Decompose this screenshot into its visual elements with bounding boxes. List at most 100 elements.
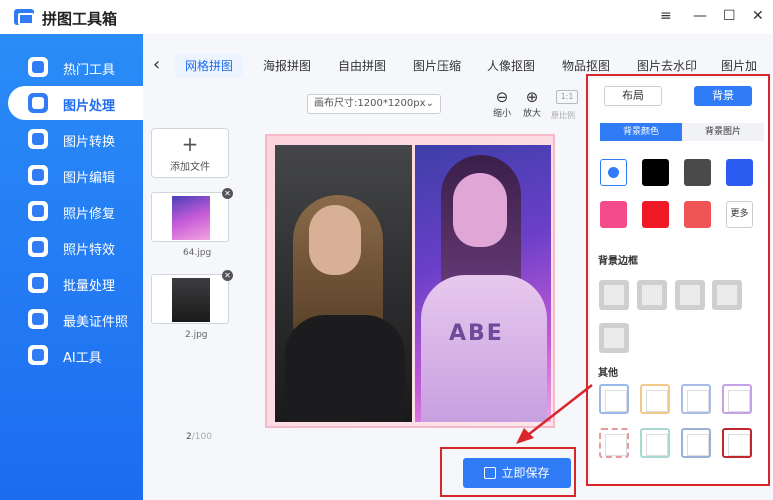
frame-option[interactable] (640, 428, 670, 458)
color-swatch-gray[interactable] (684, 159, 711, 186)
zoom-out-icon: ⊖ (495, 88, 509, 106)
frame-option[interactable] (640, 384, 670, 414)
sidebar-item-label: 批量处理 (63, 279, 116, 294)
tab-background-image[interactable]: 背景图片 (682, 123, 764, 141)
file-count: 2/100 (186, 432, 212, 442)
background-toggle[interactable]: 背景 (694, 86, 752, 106)
sidebar-item-image-edit[interactable]: 图片编辑 (0, 158, 143, 192)
remove-file-icon[interactable]: ✕ (222, 188, 233, 199)
menu-icon[interactable]: ≡ (660, 8, 672, 24)
sidebar-item-label: 图片处理 (63, 99, 116, 114)
minimize-button[interactable]: — (693, 8, 707, 24)
tab-remove-watermark[interactable]: 图片去水印 (627, 54, 707, 78)
border-option[interactable] (675, 280, 705, 310)
chevron-down-icon: ⌄ (425, 98, 434, 109)
sidebar-item-label: 最美证件照 (63, 315, 129, 330)
layout-toggle[interactable]: 布局 (604, 86, 662, 106)
app-title: 拼图工具箱 (42, 10, 118, 28)
close-button[interactable]: ✕ (752, 8, 764, 24)
frame-option[interactable] (722, 428, 752, 458)
add-file-button[interactable]: + 添加文件 (151, 128, 229, 178)
color-swatch-blue[interactable] (726, 159, 753, 186)
tab-background-color[interactable]: 背景颜色 (600, 123, 682, 141)
image-pencil-icon (28, 165, 48, 185)
tab-image-compress[interactable]: 图片压缩 (403, 54, 471, 78)
sidebar: 热门工具 图片处理 图片转换 图片编辑 照片修复 照片特效 批量处理 最美证件照… (0, 34, 158, 500)
wrench-icon (28, 57, 48, 77)
zoom-in-icon: ⊕ (525, 88, 539, 106)
sidebar-item-label: AI工具 (63, 351, 102, 366)
color-swatch-coral[interactable] (684, 201, 711, 228)
sidebar-item-hot-tools[interactable]: 热门工具 (0, 50, 143, 84)
canvas-size-select[interactable]: 画布尺寸:1200*1200px ⌄ (307, 94, 441, 114)
frame-option[interactable] (599, 384, 629, 414)
zoom-in-button[interactable]: ⊕ 放大 (518, 88, 546, 119)
more-colors-button[interactable]: 更多 (726, 201, 753, 228)
tab-add-watermark[interactable]: 图片加水 (711, 54, 773, 97)
color-swatch-red[interactable] (642, 201, 669, 228)
canvas-size-value: 画布尺寸:1200*1200px (314, 98, 426, 109)
sidebar-item-batch[interactable]: 批量处理 (0, 266, 143, 300)
frame-option[interactable] (681, 384, 711, 414)
border-option[interactable] (712, 280, 742, 310)
photo-effect-icon (28, 237, 48, 257)
annotation-arrow-icon (516, 384, 593, 444)
tab-portrait-cutout[interactable]: 人像抠图 (477, 54, 545, 78)
original-ratio-icon[interactable]: 1:1 (556, 90, 578, 104)
thumbnail-image (172, 196, 210, 240)
border-option[interactable] (599, 323, 629, 353)
border-option[interactable] (637, 280, 667, 310)
file-name: 2.jpg (185, 330, 208, 340)
other-section-title: 其他 (598, 368, 618, 379)
sidebar-item-image-convert[interactable]: 图片转换 (0, 122, 143, 156)
sidebar-item-photo-repair[interactable]: 照片修复 (0, 194, 143, 228)
color-swatch-selected[interactable] (600, 159, 627, 186)
frame-option[interactable] (722, 384, 752, 414)
frame-option[interactable] (681, 428, 711, 458)
save-now-label: 立即保存 (501, 466, 550, 480)
zoom-out-label: 缩小 (492, 109, 511, 119)
background-panel: 布局 背景 背景颜色 背景图片 更多 背景边框 其他 (590, 78, 768, 484)
tab-free-collage[interactable]: 自由拼图 (328, 54, 396, 78)
frame-option[interactable] (599, 428, 629, 458)
app-logo-icon (14, 9, 34, 25)
photo-repair-icon (28, 201, 48, 221)
ai-icon (28, 345, 48, 365)
original-ratio-label: 原比例 (551, 111, 575, 120)
sidebar-item-label: 热门工具 (63, 63, 116, 78)
id-photo-icon (28, 309, 48, 329)
tab-object-cutout[interactable]: 物品抠图 (552, 54, 620, 78)
tab-poster-collage[interactable]: 海报拼图 (253, 54, 321, 78)
border-option[interactable] (599, 280, 629, 310)
title-bar: 拼图工具箱 ≡ — ☐ ✕ (0, 0, 773, 34)
border-section-title: 背景边框 (598, 256, 638, 267)
file-count-total: /100 (191, 432, 212, 442)
sidebar-item-id-photo[interactable]: 最美证件照 (0, 302, 143, 336)
sidebar-item-label: 图片编辑 (63, 171, 116, 186)
sidebar-item-image-processing[interactable]: 图片处理 (8, 86, 158, 120)
thumbnail-image (172, 278, 210, 322)
back-arrow-icon[interactable]: ‹ (153, 54, 160, 75)
file-name: 64.jpg (183, 248, 212, 258)
sidebar-item-ai-tools[interactable]: AI工具 (0, 338, 143, 372)
save-now-button[interactable]: 立即保存 (463, 458, 571, 488)
image-convert-icon (28, 129, 48, 149)
maximize-button[interactable]: ☐ (723, 8, 736, 24)
download-icon (484, 467, 497, 479)
zoom-out-button[interactable]: ⊖ 缩小 (488, 88, 516, 119)
color-swatch-pink[interactable] (600, 201, 627, 228)
tab-grid-collage[interactable]: 网格拼图 (175, 54, 244, 78)
file-thumbnail[interactable]: ✕ (151, 188, 233, 242)
sidebar-item-label: 照片修复 (63, 207, 116, 222)
add-file-label: 添加文件 (170, 162, 210, 173)
plus-icon: + (181, 132, 199, 156)
batch-icon (28, 273, 48, 293)
collage-photo-left[interactable] (275, 145, 412, 422)
tab-bar: ‹ 网格拼图 海报拼图 自由拼图 图片压缩 人像抠图 物品抠图 图片去水印 图片… (143, 48, 773, 97)
remove-file-icon[interactable]: ✕ (222, 270, 233, 281)
zoom-in-label: 放大 (522, 109, 541, 119)
sidebar-item-photo-effects[interactable]: 照片特效 (0, 230, 143, 264)
image-edit-icon (28, 93, 48, 113)
file-thumbnail[interactable]: ✕ (151, 270, 233, 324)
color-swatch-black[interactable] (642, 159, 669, 186)
